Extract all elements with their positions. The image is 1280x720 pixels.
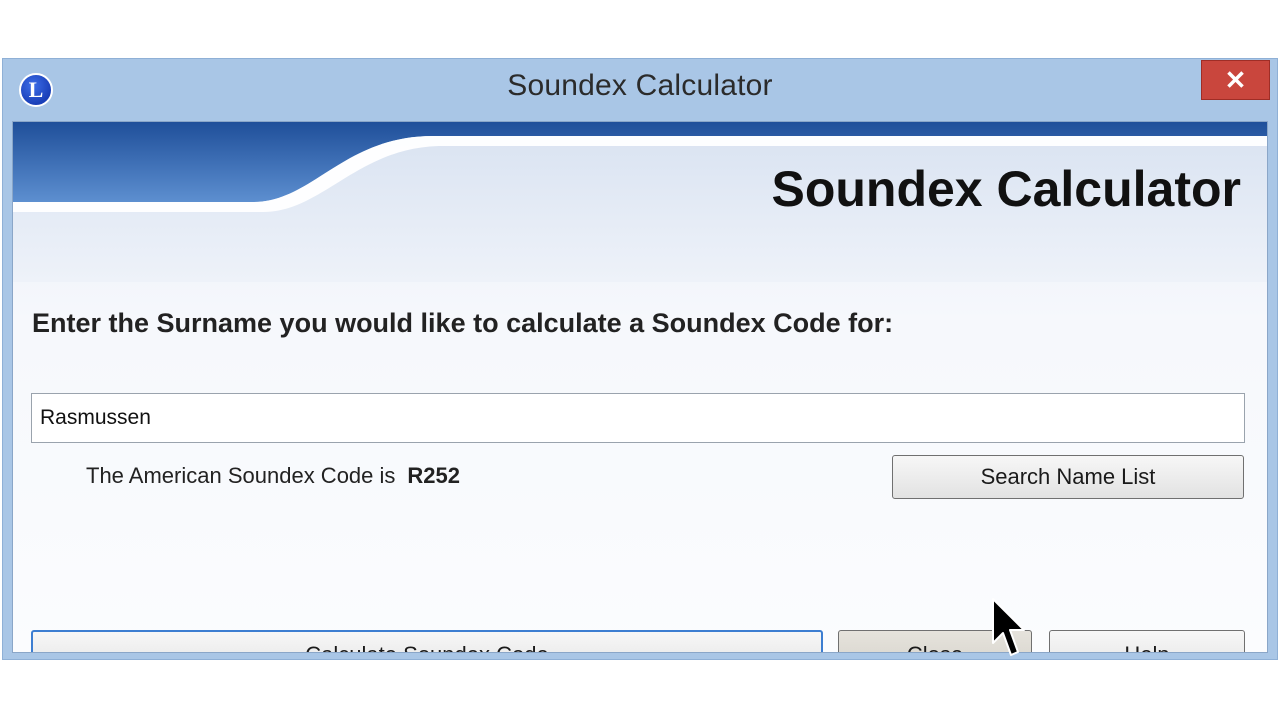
close-window-button[interactable]: ✕ — [1201, 60, 1270, 100]
help-accelerator: H — [1124, 642, 1140, 652]
close-icon: ✕ — [1224, 64, 1247, 95]
calc-accelerator: S — [403, 642, 418, 652]
banner-title: Soundex Calculator — [771, 161, 1241, 217]
surname-input[interactable] — [31, 393, 1245, 443]
result-label: The American Soundex Code is — [86, 463, 396, 488]
search-name-list-button[interactable]: Search Name List — [892, 455, 1244, 499]
soundex-window: L Soundex Calculator ✕ Soundex Calculato… — [2, 58, 1278, 660]
calc-label-pre: Calculate — [305, 642, 403, 652]
search-button-label: Search Name List — [980, 464, 1156, 489]
dialog-body: Soundex Calculator Enter the Surname you… — [12, 121, 1268, 653]
window-title: Soundex Calculator — [507, 69, 773, 102]
close-accelerator: C — [907, 642, 923, 652]
help-button[interactable]: Help — [1049, 630, 1245, 652]
help-label-post: elp — [1140, 642, 1169, 652]
title-bar[interactable]: L Soundex Calculator ✕ — [3, 59, 1277, 121]
surname-prompt: Enter the Surname you would like to calc… — [32, 308, 894, 338]
calculate-soundex-button[interactable]: Calculate Soundex Code — [31, 630, 823, 652]
soundex-result: The American Soundex Code is R252 — [86, 463, 460, 489]
result-code: R252 — [407, 463, 460, 488]
calc-label-post: oundex Code — [418, 642, 549, 652]
close-label-post: lose — [923, 642, 963, 652]
mouse-pointer-icon — [992, 598, 1025, 656]
